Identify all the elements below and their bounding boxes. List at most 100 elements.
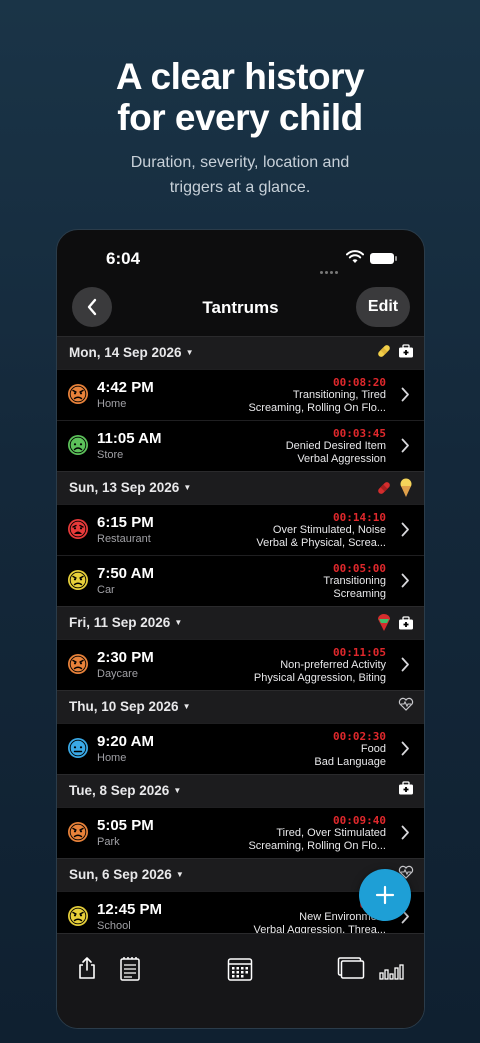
severity-face-icon	[67, 569, 89, 596]
tantrum-entry-row[interactable]: 9:20 AM Home 00:02:30 Food Bad Language	[57, 723, 424, 774]
entry-location: Car	[97, 584, 115, 596]
severity-face-icon	[67, 653, 89, 680]
entry-triggers: Transitioning	[323, 575, 386, 587]
day-icons	[398, 781, 414, 800]
entry-duration: 00:05:00	[333, 562, 386, 575]
chevron-right-icon	[401, 522, 409, 537]
entry-details: 00:0New EnvironmentVerbal Aggression, Th…	[186, 898, 387, 937]
tantrum-entry-row[interactable]: 7:50 AM Car 00:05:00 Transitioning Screaming	[57, 555, 424, 606]
entry-location: Daycare	[97, 668, 138, 680]
caret-down-icon: ▼	[182, 702, 191, 711]
entry-behaviors: Bad Language	[314, 756, 386, 768]
ice-pop-icon	[376, 613, 392, 638]
wifi-icon	[346, 250, 364, 263]
bandage-icon	[376, 343, 392, 364]
severity-face-icon	[67, 383, 89, 410]
entry-details: 00:08:20 Transitioning, Tired Screaming, R…	[186, 376, 386, 415]
battery-icon	[370, 253, 397, 264]
entry-time: 5:05 PM	[97, 817, 154, 834]
entry-location: Home	[97, 398, 127, 410]
tantrum-list: Mon, 14 Sep 2026 ▼ 4:42 PM Home 00:08:20 Tran…	[57, 336, 424, 942]
status-time: 6:04	[106, 249, 141, 268]
severity-face-icon	[67, 905, 89, 932]
tantrum-entry-row[interactable]: 2:30 PM Daycare 00:11:05 Non-preferred Acti…	[57, 639, 424, 690]
calendar-icon[interactable]	[227, 956, 253, 982]
entry-details: 00:02:30 Food Bad Language	[186, 730, 386, 769]
cards-icon[interactable]	[337, 956, 365, 980]
signal-dots-icon	[320, 261, 340, 274]
notes-icon[interactable]	[119, 956, 141, 982]
chevron-right-icon	[401, 657, 409, 672]
headline-line-2: for every child	[117, 97, 363, 138]
red-bandage-icon	[376, 480, 392, 501]
entry-triggers: Transitioning, Tired	[292, 389, 386, 401]
headline-line-1: A clear history	[115, 56, 365, 97]
entry-time: 2:30 PM	[97, 649, 154, 666]
entry-behaviors: Verbal Aggression	[297, 453, 386, 465]
promo-headline: A clear history for every child	[0, 56, 480, 138]
day-header[interactable]: Tue, 8 Sep 2026 ▼	[57, 774, 424, 807]
caret-down-icon: ▼	[185, 348, 194, 357]
entry-time: 4:42 PM	[97, 379, 154, 396]
entry-time: 6:15 PM	[97, 514, 154, 531]
tantrum-entry-row[interactable]: 11:05 AM Store 00:03:45 Denied Desired Item…	[57, 420, 424, 471]
entry-duration: 00:14:10	[333, 511, 386, 524]
day-icons	[376, 478, 414, 503]
bar-chart-icon[interactable]	[379, 962, 407, 980]
first-aid-kit-icon	[398, 344, 414, 363]
entry-location: Restaurant	[97, 533, 151, 545]
nav-bar: Tantrums Edit	[57, 286, 424, 336]
day-header[interactable]: Sun, 13 Sep 2026 ▼	[57, 471, 424, 504]
tab-bar	[57, 933, 424, 1028]
entry-time: 12:45 PM	[97, 901, 163, 918]
day-header[interactable]: Fri, 11 Sep 2026 ▼	[57, 606, 424, 639]
entry-triggers: New Environment	[299, 911, 386, 923]
entry-time: 9:20 AM	[97, 733, 154, 750]
entry-time: 7:50 AM	[97, 565, 154, 582]
status-bar: 6:04	[57, 230, 424, 286]
chevron-right-icon	[401, 825, 409, 840]
day-icons	[376, 613, 414, 638]
entry-duration: 00:09:40	[333, 814, 386, 827]
chevron-right-icon	[401, 438, 409, 453]
share-icon[interactable]	[77, 956, 97, 980]
heartbeat-icon	[398, 697, 414, 716]
entry-duration: 00:11:05	[333, 646, 386, 659]
entry-triggers: Denied Desired Item	[285, 440, 386, 452]
caret-down-icon: ▼	[173, 786, 182, 795]
subline-line-2: triggers at a glance.	[169, 179, 311, 196]
phone-screen: 6:04 Tantrums Edit Mon, 14 Sep 2026 ▼ 4:42…	[56, 229, 425, 1029]
day-label: Tue, 8 Sep 2026 ▼	[69, 783, 182, 798]
day-icons	[398, 697, 414, 716]
entry-details: 00:03:45 Denied Desired Item Verbal Aggres…	[186, 427, 386, 466]
day-label: Sun, 13 Sep 2026 ▼	[69, 480, 192, 495]
tantrum-entry-row[interactable]: 6:15 PM Restaurant 00:14:10 Over Stimulated…	[57, 504, 424, 555]
edit-button[interactable]: Edit	[356, 287, 410, 327]
entry-details: 00:09:40 Tired, Over Stimulated Screaming,…	[186, 814, 386, 853]
day-icons	[376, 343, 414, 364]
day-label: Sun, 6 Sep 2026 ▼	[69, 867, 184, 882]
day-header[interactable]: Thu, 10 Sep 2026 ▼	[57, 690, 424, 723]
entry-triggers: Non-preferred Activity	[280, 659, 386, 671]
day-header[interactable]: Mon, 14 Sep 2026 ▼	[57, 336, 424, 369]
entry-details: 00:14:10 Over Stimulated, Noise Verbal & P…	[186, 511, 386, 550]
entry-triggers: Tired, Over Stimulated	[276, 827, 386, 839]
plus-icon	[375, 885, 395, 905]
caret-down-icon: ▼	[175, 870, 184, 879]
entry-location: School	[97, 920, 131, 932]
chevron-right-icon	[401, 741, 409, 756]
subline-line-1: Duration, severity, location and	[130, 154, 350, 171]
entry-location: Home	[97, 752, 127, 764]
add-tantrum-button[interactable]	[359, 869, 411, 921]
entry-details: 00:05:00 Transitioning Screaming	[186, 562, 386, 601]
entry-behaviors: Screaming, Rolling On Flo...	[248, 402, 386, 414]
entry-location: Store	[97, 449, 124, 461]
entry-location: Park	[97, 836, 120, 848]
tantrum-entry-row[interactable]: 5:05 PM Park 00:09:40 Tired, Over Stimulate…	[57, 807, 424, 858]
chevron-right-icon	[401, 573, 409, 588]
caret-down-icon: ▼	[174, 618, 183, 627]
entry-behaviors: Screaming	[333, 588, 386, 600]
first-aid-kit-icon	[398, 616, 414, 635]
entry-behaviors: Screaming, Rolling On Flo...	[248, 840, 386, 852]
tantrum-entry-row[interactable]: 4:42 PM Home 00:08:20 Transitioning, Tired S…	[57, 369, 424, 420]
